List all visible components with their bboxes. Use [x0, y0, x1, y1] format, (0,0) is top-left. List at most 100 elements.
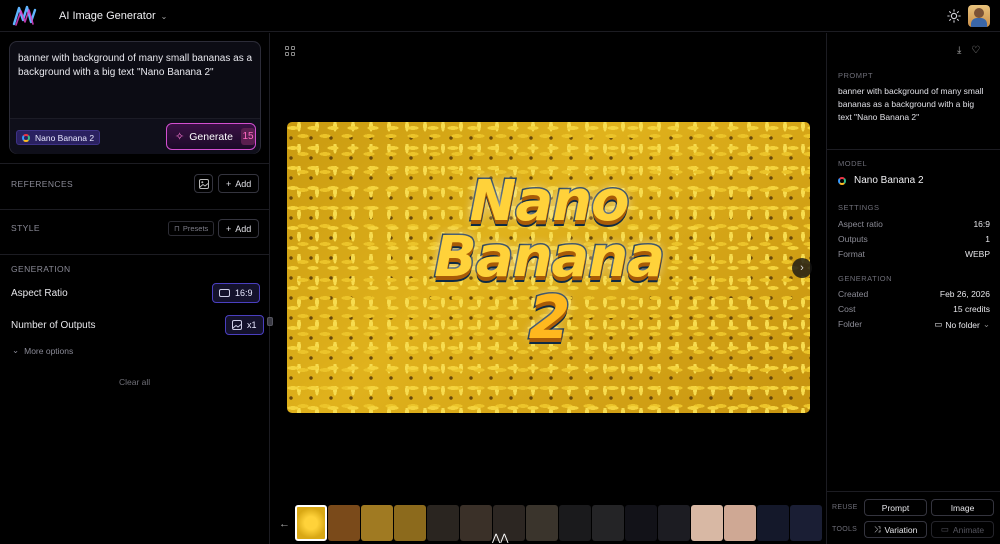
variation-label: Variation — [884, 524, 918, 535]
generation-key: Created — [838, 289, 869, 299]
image-icon — [198, 178, 209, 189]
image-icon — [232, 320, 242, 330]
theme-toggle-sun-icon[interactable] — [947, 9, 961, 23]
thumbnail[interactable] — [790, 505, 822, 541]
generation-section-title: GENERATION — [838, 274, 893, 283]
animate-label: Animate — [952, 524, 985, 535]
thumbnail[interactable] — [757, 505, 789, 541]
prompt-section-title: PROMPT — [838, 71, 874, 80]
app-title: AI Image Generator — [59, 10, 156, 22]
tools-label: TOOLS — [832, 526, 858, 533]
user-avatar[interactable] — [968, 5, 990, 27]
sparkle-icon: ✧ — [175, 131, 185, 143]
presets-button[interactable]: ⊓ Presets — [168, 221, 215, 236]
style-title: STYLE — [11, 223, 40, 233]
chevron-down-icon: ⌄ — [982, 319, 990, 329]
add-reference-button[interactable]: + Add — [218, 174, 260, 193]
thumbnail[interactable] — [295, 505, 327, 541]
prompt-detail: banner with background of many small ban… — [838, 86, 984, 122]
image-text-nano: Nano — [468, 169, 631, 234]
divider — [0, 254, 269, 255]
video-icon: ▭ — [940, 524, 949, 534]
model-name: Nano Banana 2 — [854, 175, 924, 186]
reuse-image-button[interactable]: Image — [931, 499, 994, 516]
chevron-down-icon: ⌄ — [160, 11, 168, 21]
generation-value: 15 credits — [953, 304, 990, 314]
model-selector-label: Nano Banana 2 — [35, 132, 95, 143]
bookmark-icon: ⊓ — [174, 224, 180, 233]
variation-button[interactable]: ⤨ Variation — [864, 521, 927, 538]
outputs-value: x1 — [247, 320, 257, 330]
top-bar: AI Image Generator ⌄ — [0, 0, 1000, 32]
app-logo-icon[interactable] — [12, 4, 38, 28]
image-text-2: 2 — [527, 283, 572, 353]
thumbnail[interactable] — [460, 505, 492, 541]
chevron-down-icon: ⌄ — [12, 345, 20, 355]
outputs-selector[interactable]: x1 — [225, 315, 264, 335]
thumbnail[interactable] — [361, 505, 393, 541]
setting-key: Outputs — [838, 234, 868, 244]
thumbnail[interactable] — [559, 505, 591, 541]
references-title: REFERENCES — [11, 179, 74, 189]
thumbnail-list — [295, 505, 826, 541]
generated-image[interactable]: Nano Banana 2 — [287, 122, 810, 413]
prompt-box[interactable]: banner with background of many small ban… — [9, 41, 261, 154]
folder-value: No folder — [945, 319, 980, 330]
thumbnail[interactable] — [691, 505, 723, 541]
download-icon[interactable]: ⤓ — [957, 45, 961, 56]
setting-row: Outputs 1 — [838, 234, 990, 244]
reuse-prompt-button[interactable]: Prompt — [864, 499, 927, 516]
chevron-right-icon: › — [800, 262, 804, 274]
upload-reference-button[interactable] — [194, 174, 213, 193]
canvas-area: Nano Banana 2 › ← ⋀⋀ — [271, 33, 826, 544]
add-reference-label: Add — [235, 178, 252, 189]
aspect-ratio-selector[interactable]: 16:9 — [212, 283, 260, 303]
image-text-banana: Banana — [433, 225, 667, 290]
image-title-art: Nano Banana 2 — [399, 169, 699, 374]
generate-button[interactable]: ✧ Generate 15 — [166, 123, 256, 150]
outputs-label: Number of Outputs — [11, 320, 96, 331]
model-section-title: MODEL — [838, 159, 868, 168]
generation-row: Created Feb 26, 2026 — [838, 289, 990, 299]
thumbnail[interactable] — [328, 505, 360, 541]
thumbnail[interactable] — [427, 505, 459, 541]
add-style-label: Add — [235, 223, 252, 234]
generation-row: Cost 15 credits — [838, 304, 990, 314]
model-detail: Nano Banana 2 — [838, 175, 924, 186]
thumbnail[interactable] — [394, 505, 426, 541]
setting-value: 1 — [985, 234, 990, 244]
thumbnail[interactable] — [592, 505, 624, 541]
grid-view-icon[interactable] — [285, 46, 295, 56]
setting-value: 16:9 — [973, 219, 990, 229]
thumbnail[interactable] — [625, 505, 657, 541]
model-selector[interactable]: Nano Banana 2 — [16, 130, 101, 145]
google-icon — [838, 176, 846, 185]
next-image-button[interactable]: › — [792, 258, 812, 278]
add-style-button[interactable]: + Add — [218, 219, 260, 238]
app-switcher[interactable]: AI Image Generator ⌄ — [59, 10, 167, 22]
settings-section-title: SETTINGS — [838, 203, 880, 212]
arrow-left-icon[interactable]: ← — [279, 518, 290, 530]
divider — [827, 149, 1000, 150]
clear-all-button[interactable]: Clear all — [119, 377, 150, 387]
left-panel: banner with background of many small ban… — [0, 33, 273, 544]
details-actions: ⤓ ♡ — [957, 45, 980, 56]
heart-icon[interactable]: ♡ — [971, 45, 980, 56]
animate-button[interactable]: ▭ Animate — [931, 521, 994, 538]
thumbnail-strip: ← ⋀⋀ — [271, 505, 826, 544]
thumbnail[interactable] — [526, 505, 558, 541]
generate-label: Generate — [189, 130, 233, 143]
generate-cost-badge: 15 — [241, 128, 255, 145]
prompt-input[interactable]: banner with background of many small ban… — [18, 52, 254, 80]
presets-label: Presets — [182, 224, 209, 233]
setting-row: Aspect ratio 16:9 — [838, 219, 990, 229]
thumbnail[interactable] — [724, 505, 756, 541]
plus-icon: + — [226, 178, 232, 189]
more-options-label: More options — [24, 345, 74, 356]
folder-icon: ▭ — [934, 319, 943, 329]
more-options-toggle[interactable]: ⌄ More options — [12, 345, 73, 356]
setting-key: Aspect ratio — [838, 219, 883, 229]
setting-value: WEBP — [964, 249, 990, 259]
thumbnail[interactable] — [658, 505, 690, 541]
folder-selector[interactable]: ▭ No folder ⌄ — [934, 319, 990, 330]
